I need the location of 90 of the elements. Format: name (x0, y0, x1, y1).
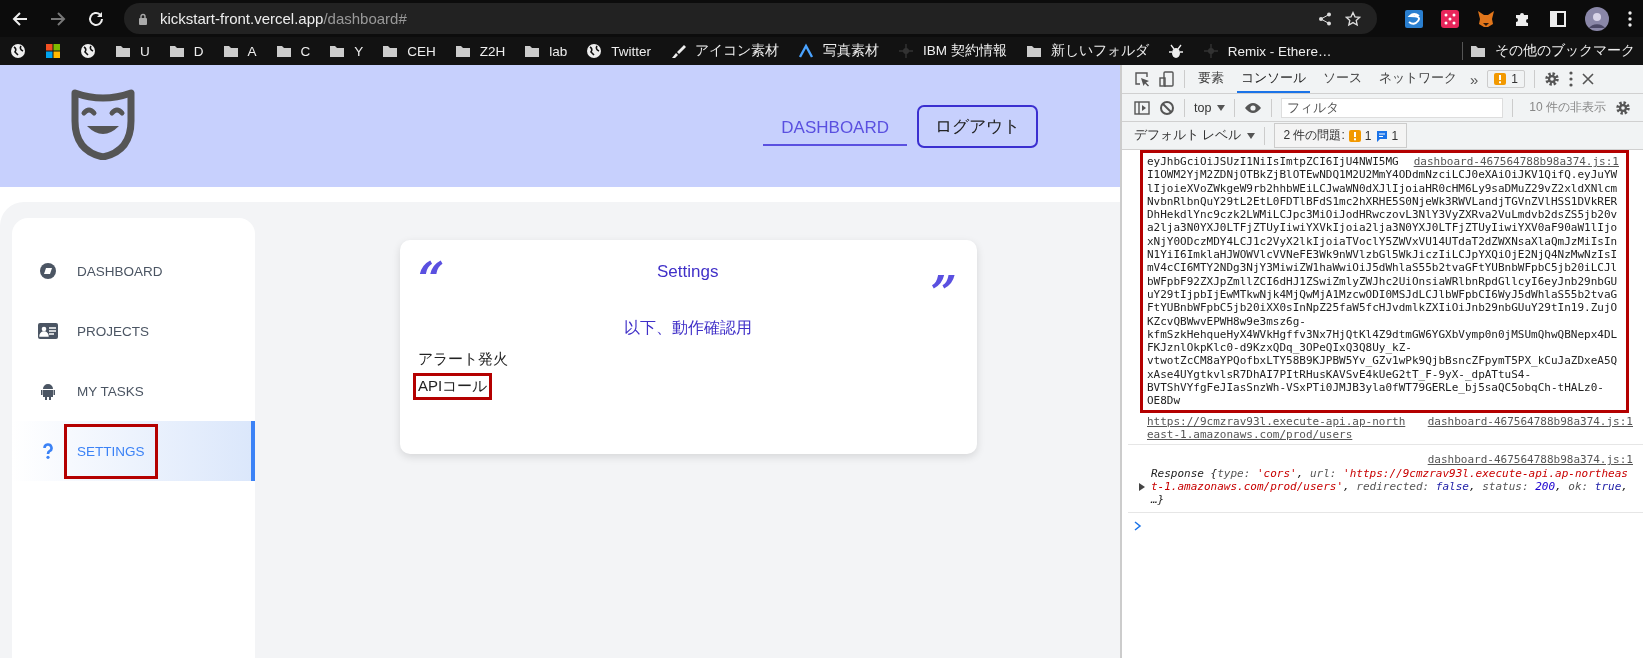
mask-logo (70, 88, 136, 160)
folder-icon (454, 44, 471, 58)
source-link[interactable]: dashboard-467564788b98a374.js:1 (1413, 155, 1619, 169)
globe-icon (586, 43, 603, 59)
bookmark[interactable]: Y (329, 43, 364, 59)
settings-icon[interactable] (1615, 99, 1631, 116)
brush-icon (670, 43, 687, 59)
caret-icon (1217, 104, 1226, 111)
action-link[interactable]: APIコール (413, 373, 493, 400)
quote-mark: “ (418, 256, 445, 296)
close-icon[interactable] (1582, 73, 1595, 85)
globe-icon[interactable] (10, 43, 26, 59)
bookmark[interactable]: 写真素材 (798, 42, 880, 60)
devtools-tab[interactable]: ネットワーク (1375, 65, 1461, 93)
sidebar-item[interactable]: DASHBOARD (12, 241, 255, 301)
hidden-count: 10 件の非表示 (1528, 99, 1606, 116)
dice-icon[interactable] (1441, 9, 1459, 28)
lock-icon (138, 12, 148, 25)
devtools-tab[interactable]: 要素 (1194, 65, 1228, 93)
folder-icon (382, 44, 399, 58)
star-icon[interactable] (1345, 10, 1361, 27)
logout-button[interactable]: ログアウト (917, 104, 1038, 148)
folder-icon (524, 44, 541, 58)
folder-icon (222, 44, 239, 58)
sidebar-item[interactable]: MY TASKS (12, 361, 255, 421)
bookmark[interactable]: D (168, 43, 204, 59)
tiles-icon[interactable] (45, 43, 61, 59)
bookmark[interactable]: IBM 契約情報 (898, 42, 1007, 60)
clear-icon[interactable] (1159, 99, 1175, 116)
fox-icon[interactable] (1477, 9, 1495, 28)
action-link[interactable]: アラート発火 (413, 346, 513, 373)
card-subtitle: 以下、動作確認用 (622, 318, 753, 338)
menu-icon[interactable] (1627, 9, 1633, 28)
url-link[interactable]: https://9cmzrav93l.execute-api.ap-northeast-1.amazonaws.com/prod/users (1147, 414, 1408, 442)
folder-icon (275, 44, 292, 58)
bookmark[interactable]: アイコン素材 (670, 42, 780, 60)
folder-icon (1025, 44, 1042, 58)
app-icon[interactable] (1405, 9, 1423, 28)
bookmark[interactable]: A (222, 43, 257, 59)
inspect-icon[interactable] (1134, 71, 1150, 87)
folder-icon (168, 44, 185, 58)
issues-button[interactable]: 2 件の問題: 1 1 (1274, 123, 1408, 148)
bookmark[interactable]: その他のブックマーク (1470, 42, 1635, 60)
warning-icon (1348, 129, 1361, 142)
android-icon (38, 382, 58, 400)
caret-icon (1247, 132, 1256, 139)
folder-icon (1470, 44, 1486, 58)
device-icon[interactable] (1159, 71, 1175, 87)
compass-icon (38, 263, 58, 279)
crosshair-icon (1202, 43, 1219, 59)
avatar-icon[interactable] (1585, 6, 1609, 31)
address-bar[interactable]: kickstart-front.vercel.app/dashboard# (124, 3, 1377, 34)
devtools-tab[interactable]: ソース (1319, 65, 1366, 93)
level-dropdown[interactable]: デフォルト レベル (1134, 127, 1256, 144)
source-link[interactable]: dashboard-467564788b98a374.js:1 (1167, 453, 1633, 467)
nav-link[interactable]: DASHBOARD (763, 110, 907, 146)
prompt-icon[interactable] (1134, 521, 1142, 532)
crosshair-icon (898, 43, 915, 59)
id-card-icon (38, 323, 58, 339)
sidebar-icon[interactable] (1549, 9, 1567, 28)
bookmark[interactable]: lab (524, 43, 568, 59)
bookmark[interactable]: Twitter (586, 43, 652, 59)
bookmark[interactable]: C (275, 43, 311, 59)
bookmark[interactable]: CEH (382, 43, 436, 59)
quote-mark: ” (930, 270, 957, 310)
console-message: eyJhbGciOiJSUzI1NiIsImtpZCI6IjU4NWI5MGI1OWM2YjM2ZDNjOTBkZjBlOTEwNDQ1M2U2MmY4ODdmNzciLCJ0eXAiOiJKV1QifQ.eyJuYWlIjoieXVoZWkgeW9rb2hhbWEiLCJwaWN0dXJlIjoiaHR0cHM6Ly9saDMuZ29vZ2xldXNlcmNvbnRlbnQuY29tL2EtL0FDTlBFdS1mc2hXRHE5S0NjeWk3RWVLandjTGVnZVlHSS1DVkRERDhHekdlYnc9czk2LWMiLCJpc3MiOiJodHRwczovL3NlY3VyZXRva2VuLmdvb2dsZS5jb20va2lja3N0YXJ0LTFjZTUyIiwiYXVkIjoia2lja3N0YXJ0LTFjZTUyIiwiYXV0aF90aW1lIjoxNjY0ODczMDY4LCJ1c2VyX2lkIjoiaTVoclY5ZWVxVU14UTdaT2dZWXNsaXlaQmJzMiIsInN1YiI6ImklaHJWOWVlcVVNeFE3Wk9nWVlzbGl5WkJiczIiLCJpYXQiOjE2NjQ4NzMwNzIsImV4cCI6MTY2NDg3NjY3MiwiZW1haWwiOiJ5dWhlaS55b2tvaGFtYUBnbWFpbC5jb20iLCJlbWFpbF92ZXJpZmllZCI6dHJ1ZSwiZmlyZWJhc2UiOnsiaWRlbnRpdGllcyI6eyJnb29nbGUuY29tIjpbIjEwMTkwNjk4MjQwMjA1MzcwODI0MSJdLCJlbWFpbCI6WyJ5dWhlaS55b2tvaGFtYUBnbWFpbC5jb20iXX0sInNpZ25faW5fcHJvdmlkZXIiOiJnb29nbGUuY29tIn19.ZujOKZcvQBWwvEPWH8w9e3msz6g-kfmSzkHehqueHyX4WVkHgffv3Nx7HjQtKl4Z9dtmGW6YGXbVymp0n0jMSUmQhwQBNepx4DLFKJznlOkpKlc0-d9KzxQDq_3OPeQIxQ3Q8Uy_kZ-vtwotZcCM8aYPQofbxLTY58B9KJPBW5Yv_GZv1wPk9QjbBsncZFpymT5PX_kCuJaZDxeA5QxAse4UYgtkvlsR7DhAI7PItRHusKAVSvE4kUeG2tT_F-9yX-_dpATtuS4-BVTShVYfgFeJIasSnzWh-VSxPTi0JMJB3yla0fWT79GERLe_bj5saQC5obqCh-tHALz0-OE8Dw dashboard-467564788b98a374.js:1 (1140, 150, 1629, 413)
eye-icon[interactable] (1244, 101, 1263, 114)
peak-icon (798, 43, 815, 59)
card-title: Settings (656, 262, 720, 282)
bookmark[interactable]: Z2H (454, 43, 506, 59)
bookmark[interactable]: 新しいフォルダ (1025, 42, 1149, 60)
bookmark[interactable]: Remix - Ethere… (1202, 43, 1332, 59)
more-options-icon[interactable] (1569, 71, 1574, 87)
more-tabs-button[interactable]: » (1470, 70, 1479, 88)
response-object: Response {type: 'cors', url: 'https://9cmzrav93l.execute-api.ap-northeast-1.amazonaws.com/prod/users', redirected: false, status: 200, ok: true, …} (1151, 466, 1629, 507)
sidebar-toggle-icon[interactable] (1134, 99, 1150, 116)
issues-badge[interactable]: 1 (1487, 70, 1526, 88)
message-icon (1375, 129, 1388, 142)
bug-icon[interactable] (1167, 43, 1184, 59)
globe-icon[interactable] (80, 43, 96, 59)
share-icon[interactable] (1317, 10, 1333, 27)
folder-icon (115, 44, 131, 58)
bookmark[interactable]: U (115, 43, 150, 59)
sidebar-item[interactable]: PROJECTS (12, 301, 255, 361)
folder-icon (329, 44, 346, 58)
settings-icon[interactable] (1544, 71, 1561, 87)
source-link[interactable]: dashboard-467564788b98a374.js:1 (1427, 414, 1633, 442)
expand-icon[interactable] (1139, 482, 1145, 491)
filter-field[interactable]: フィルタ (1281, 97, 1504, 118)
context-dropdown[interactable]: top (1194, 100, 1226, 115)
